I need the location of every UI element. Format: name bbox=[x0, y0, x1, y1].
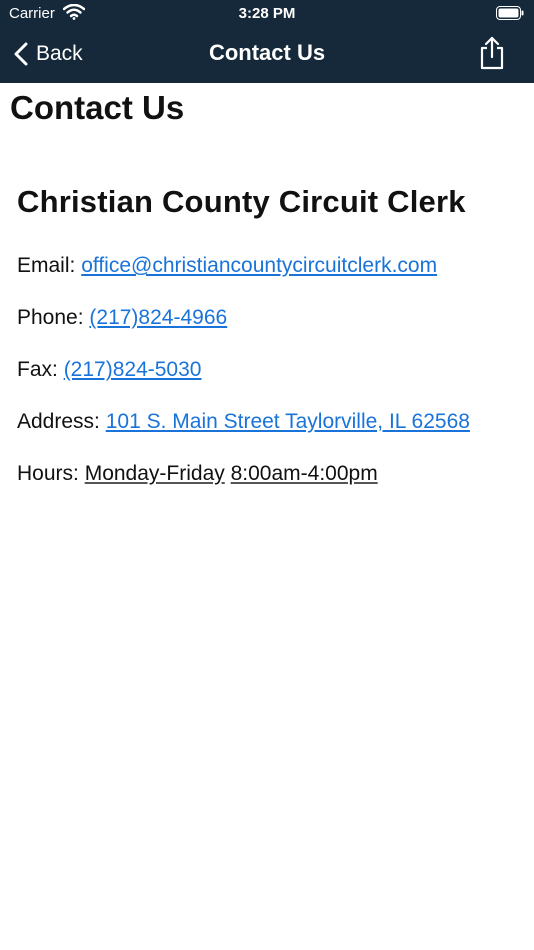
email-label: Email: bbox=[17, 254, 76, 277]
phone-label: Phone: bbox=[17, 306, 84, 329]
hours-days: Monday-Friday bbox=[84, 462, 225, 485]
email-row: Email: office@christiancountycircuitcler… bbox=[17, 254, 437, 278]
address-label: Address: bbox=[17, 410, 100, 433]
status-bar: Carrier 3:28 PM bbox=[0, 0, 534, 28]
email-link[interactable]: office@christiancountycircuitclerk.com bbox=[81, 254, 437, 277]
phone-link[interactable]: (217)824-4966 bbox=[89, 306, 227, 329]
share-icon[interactable] bbox=[478, 36, 506, 70]
address-row: Address: 101 S. Main Street Taylorville,… bbox=[17, 410, 470, 434]
status-time: 3:28 PM bbox=[238, 5, 296, 22]
nav-bar: Back Contact Us bbox=[0, 30, 534, 80]
organization-name: Christian County Circuit Clerk bbox=[17, 184, 466, 219]
hours-time: 8:00am-4:00pm bbox=[230, 462, 378, 485]
nav-title: Contact Us bbox=[208, 40, 326, 65]
phone-row: Phone: (217)824-4966 bbox=[17, 306, 227, 330]
fax-link[interactable]: (217)824-5030 bbox=[64, 358, 202, 381]
page-title: Contact Us bbox=[10, 89, 185, 126]
fax-row: Fax: (217)824-5030 bbox=[17, 358, 201, 382]
hours-label: Hours: bbox=[17, 462, 79, 485]
fax-label: Fax: bbox=[17, 358, 58, 381]
address-link[interactable]: 101 S. Main Street Taylorville, IL 62568 bbox=[106, 410, 470, 433]
navigation-header: Carrier 3:28 PM Back Contact Us bbox=[0, 0, 534, 83]
hours-row: Hours: Monday-Friday 8:00am-4:00pm bbox=[17, 462, 378, 486]
battery-icon bbox=[496, 6, 524, 20]
